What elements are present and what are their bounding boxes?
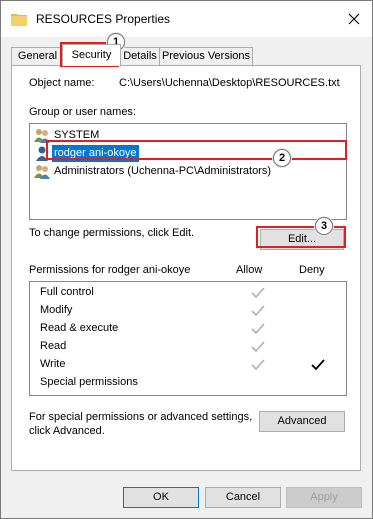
allow-check-modify-icon	[251, 305, 265, 317]
deny-header: Deny	[299, 264, 325, 276]
allow-check-read-icon	[251, 341, 265, 353]
allow-header: Allow	[236, 264, 263, 276]
perm-row-read-execute: Read & execute	[40, 322, 119, 334]
group-names-label: Group or user names:	[29, 106, 136, 118]
allow-check-write-icon	[251, 359, 265, 371]
list-item-label: rodger ani-okoye	[52, 145, 139, 162]
user-icon	[36, 146, 48, 161]
step-badge-3: 3	[315, 217, 333, 235]
list-item-label: Administrators (Uchenna-PC\Administrator…	[54, 165, 272, 177]
tab-details[interactable]: Details	[119, 47, 161, 65]
perm-row-special: Special permissions	[40, 376, 138, 388]
permissions-list: Full control Modify Read & execute Read …	[29, 281, 347, 396]
perm-row-read: Read	[40, 340, 67, 352]
list-item-system[interactable]: SYSTEM	[32, 127, 344, 144]
perm-row-write: Write	[40, 358, 66, 370]
close-icon[interactable]	[346, 11, 362, 27]
object-name-label: Object name:	[29, 77, 95, 89]
step-badge-2: 2	[273, 149, 291, 167]
permissions-label: Permissions for rodger ani-okoye	[29, 264, 191, 276]
title-bar: RESOURCES Properties	[1, 1, 372, 37]
perm-row-modify: Modify	[40, 304, 73, 316]
object-name-value: C:\Users\Uchenna\Desktop\RESOURCES.txt	[119, 77, 340, 89]
cancel-button[interactable]: Cancel	[205, 487, 281, 508]
allow-check-full-control-icon	[251, 287, 265, 299]
advanced-button[interactable]: Advanced	[259, 411, 345, 432]
advanced-text-line1: For special permissions or advanced sett…	[29, 411, 253, 423]
ok-button[interactable]: OK	[123, 487, 199, 508]
list-item-administrators[interactable]: Administrators (Uchenna-PC\Administrator…	[32, 163, 344, 180]
change-permissions-text: To change permissions, click Edit.	[29, 227, 195, 239]
edit-button[interactable]: Edit...	[260, 229, 344, 250]
user-list[interactable]: SYSTEM rodger ani-okoye Administrators (…	[29, 123, 347, 220]
advanced-text-line2: click Advanced.	[29, 425, 105, 437]
list-item-label: SYSTEM	[54, 129, 100, 141]
perm-row-full-control: Full control	[40, 286, 94, 298]
properties-window: RESOURCES Properties General Security De…	[0, 0, 373, 519]
users-group-icon	[34, 129, 50, 143]
tab-general[interactable]: General	[11, 47, 64, 65]
tab-security[interactable]: Security	[62, 44, 121, 66]
tab-previous-versions[interactable]: Previous Versions	[159, 47, 253, 65]
apply-button[interactable]: Apply	[286, 487, 362, 508]
folder-icon	[11, 14, 27, 26]
allow-check-read-execute-icon	[251, 323, 265, 335]
window-title: RESOURCES Properties	[36, 12, 171, 26]
users-group-icon	[34, 165, 50, 179]
list-item-rodger[interactable]: rodger ani-okoye	[32, 145, 344, 162]
deny-check-write-icon	[311, 359, 325, 371]
security-panel: Object name: C:\Users\Uchenna\Desktop\RE…	[11, 65, 361, 471]
